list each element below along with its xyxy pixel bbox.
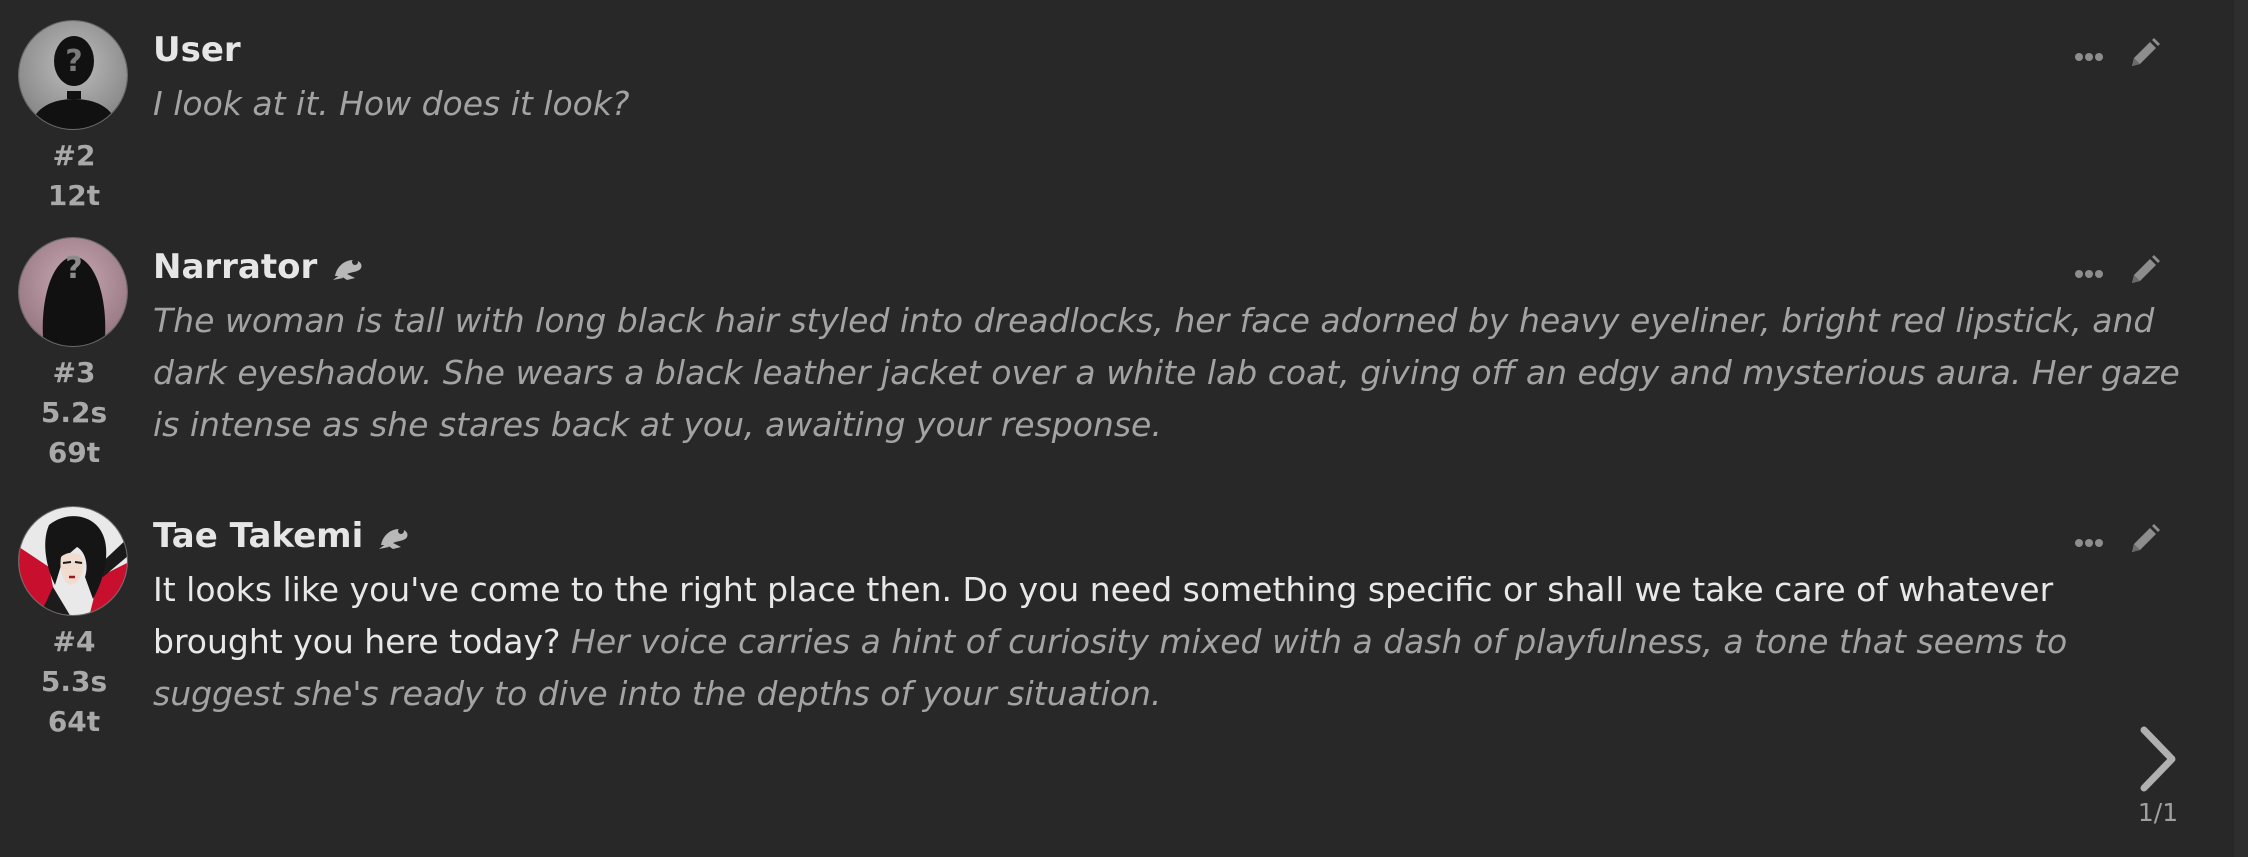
pencil-icon[interactable]: [2126, 522, 2162, 562]
message-meta: #3 5.2s 69t: [18, 353, 130, 473]
chat-message-narrator: ? #3 5.2s 69t Narrator The woman is tall…: [0, 237, 2210, 487]
message-buttons: [2074, 522, 2162, 562]
character-name[interactable]: User: [153, 30, 241, 70]
pencil-icon[interactable]: [2126, 36, 2162, 76]
narrator-avatar[interactable]: ?: [18, 237, 128, 347]
message-text: The woman is tall with long black hair s…: [153, 295, 2193, 451]
message-id: #3: [52, 356, 96, 389]
user-avatar[interactable]: ?: [18, 20, 128, 130]
tae-takemi-avatar[interactable]: [18, 506, 128, 616]
message-avatar-column: #4 5.3s 64t: [18, 506, 130, 742]
message-text: It looks like you've come to the right p…: [153, 564, 2193, 720]
swipe-counter: 1/1: [2137, 798, 2179, 827]
message-narration: The woman is tall with long black hair s…: [153, 301, 2180, 444]
message-timer: 5.2s: [40, 396, 108, 429]
chat-message-character: #4 5.3s 64t Tae Takemi It looks like you…: [0, 506, 2210, 806]
message-avatar-column: ? #3 5.2s 69t: [18, 237, 130, 473]
chevron-right-icon[interactable]: [2136, 726, 2180, 796]
message-meta: #4 5.3s 64t: [18, 622, 130, 742]
message-meta: #2 12t: [18, 136, 130, 216]
ellipsis-icon[interactable]: [2074, 533, 2104, 552]
message-token-count: 69t: [47, 436, 101, 469]
message-id: #4: [52, 625, 96, 658]
message-narration: I look at it. How does it look?: [153, 84, 630, 123]
message-text: I look at it. How does it look?: [153, 78, 2193, 130]
message-id: #2: [52, 139, 96, 172]
message-timer: 5.3s: [40, 665, 108, 698]
character-name[interactable]: Narrator: [153, 247, 317, 287]
svg-text:?: ?: [65, 44, 82, 79]
svg-text:?: ?: [65, 251, 82, 286]
message-buttons: [2074, 36, 2162, 76]
ellipsis-icon[interactable]: [2074, 47, 2104, 66]
message-avatar-column: ? #2 12t: [18, 20, 130, 216]
message-header: Tae Takemi: [153, 506, 411, 566]
character-name[interactable]: Tae Takemi: [153, 516, 363, 556]
message-buttons: [2074, 253, 2162, 293]
frog-icon: [377, 521, 411, 551]
chat-message-user: ? #2 12t User I look at it. How does it …: [0, 20, 2210, 220]
message-token-count: 64t: [47, 705, 101, 738]
message-header: Narrator: [153, 237, 365, 297]
swipe-controls: 1/1: [2132, 726, 2184, 827]
message-header: User: [153, 20, 241, 80]
frog-icon: [331, 252, 365, 282]
ellipsis-icon[interactable]: [2074, 264, 2104, 283]
pencil-icon[interactable]: [2126, 253, 2162, 293]
scrollbar[interactable]: [2234, 0, 2248, 857]
message-token-count: 12t: [47, 179, 101, 212]
chat-window: ? #2 12t User I look at it. How does it …: [0, 0, 2248, 857]
